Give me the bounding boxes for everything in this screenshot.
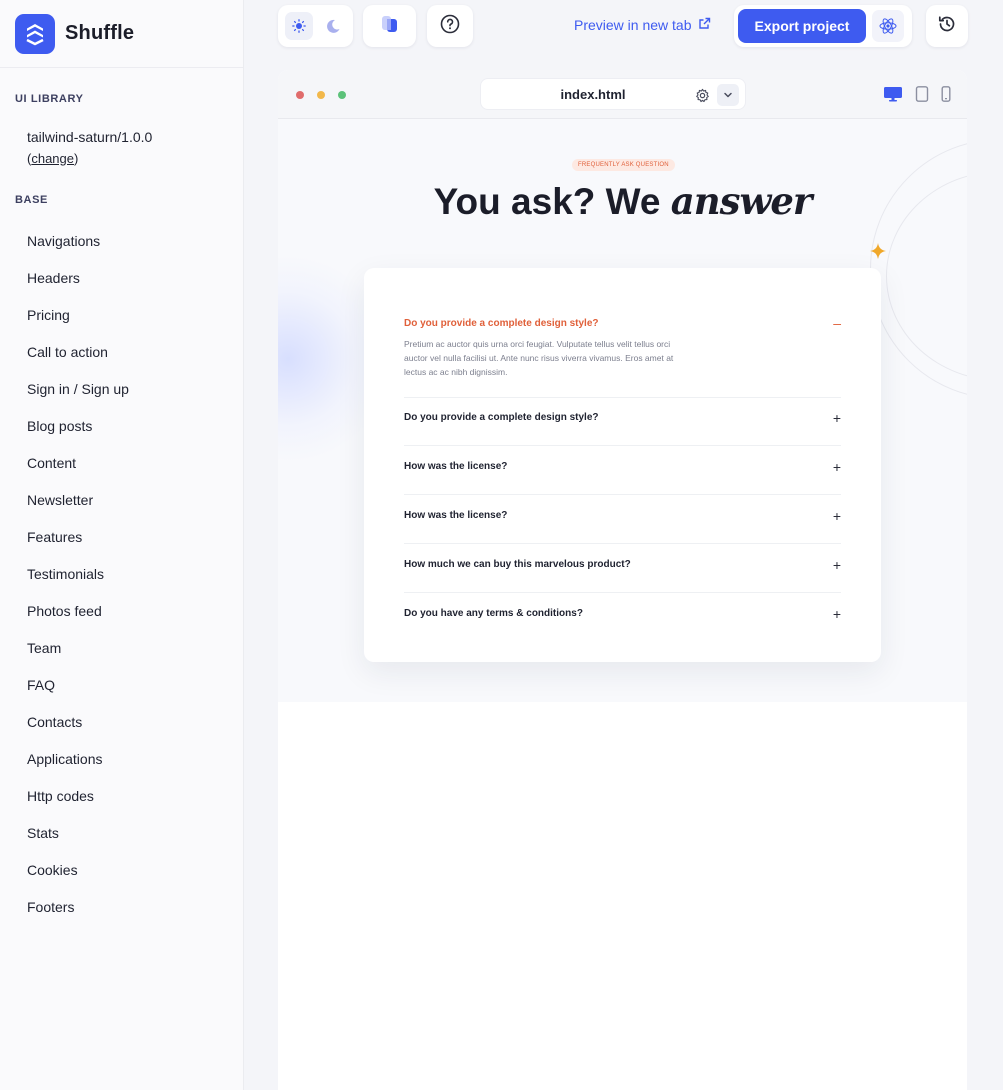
sidebar-item-faq[interactable]: FAQ	[0, 666, 243, 703]
export-group: Export project	[734, 5, 912, 47]
mobile-icon[interactable]	[941, 86, 951, 107]
window-dot	[296, 91, 304, 99]
sidebar-item-photos-feed[interactable]: Photos feed	[0, 592, 243, 629]
faq-question: How much we can buy this marvelous produ…	[404, 559, 631, 570]
external-link-icon	[698, 17, 711, 33]
chevron-down-icon[interactable]	[717, 84, 739, 106]
preview-window-bar: index.html	[278, 70, 967, 119]
device-switcher	[883, 86, 951, 107]
faq-headline: You ask? We answer	[278, 179, 967, 223]
help-button[interactable]	[427, 5, 473, 47]
window-dot	[317, 91, 325, 99]
expand-icon[interactable]: +	[833, 460, 841, 474]
faq-question: Do you provide a complete design style?	[404, 412, 599, 423]
file-name: index.html	[560, 87, 626, 102]
gear-icon[interactable]	[691, 84, 713, 106]
layers-icon	[380, 14, 400, 39]
sidebar-item-applications[interactable]: Applications	[0, 740, 243, 777]
faq-question: How was the license?	[404, 461, 508, 472]
faq-item[interactable]: How was the license? +	[404, 495, 841, 544]
sidebar-item-contacts[interactable]: Contacts	[0, 703, 243, 740]
sidebar-item-headers[interactable]: Headers	[0, 259, 243, 296]
faq-item[interactable]: How was the license? +	[404, 446, 841, 495]
expand-icon[interactable]: +	[833, 558, 841, 572]
faq-question: How was the license?	[404, 510, 508, 521]
window-dots	[296, 91, 346, 99]
sidebar-item-pricing[interactable]: Pricing	[0, 296, 243, 333]
sidebar-item-stats[interactable]: Stats	[0, 814, 243, 851]
change-library-link[interactable]: change	[31, 151, 74, 166]
help-icon	[440, 14, 460, 39]
sidebar-item-sign-in-sign-up[interactable]: Sign in / Sign up	[0, 370, 243, 407]
collapse-icon[interactable]: –	[833, 316, 841, 330]
sidebar-item-http-codes[interactable]: Http codes	[0, 777, 243, 814]
expand-icon[interactable]: +	[833, 607, 841, 621]
tablet-icon[interactable]	[915, 86, 929, 107]
faq-item[interactable]: Do you have any terms & conditions? +	[404, 593, 841, 642]
faq-item[interactable]: Do you provide a complete design style? P…	[404, 316, 841, 398]
desktop-icon[interactable]	[883, 86, 903, 107]
window-dot	[338, 91, 346, 99]
sidebar-item-content[interactable]: Content	[0, 444, 243, 481]
theme-toggle-group	[278, 5, 353, 47]
sidebar-item-cookies[interactable]: Cookies	[0, 851, 243, 888]
expand-icon[interactable]: +	[833, 509, 841, 523]
faq-question: Do you provide a complete design style?	[404, 318, 599, 329]
base-heading: BASE	[15, 194, 48, 206]
brand[interactable]: Shuffle	[0, 0, 243, 68]
layers-button[interactable]	[363, 5, 416, 47]
file-selector[interactable]: index.html	[480, 78, 746, 110]
react-icon[interactable]	[872, 10, 904, 42]
preview-new-tab-link[interactable]: Preview in new tab	[574, 17, 711, 33]
sparkle-icon	[870, 243, 886, 264]
shuffle-logo-icon	[15, 13, 55, 54]
sidebar-item-navigations[interactable]: Navigations	[0, 222, 243, 259]
faq-answer: Pretium ac auctor quis urna orci feugiat…	[404, 339, 674, 377]
preview-frame: index.html FREQUENTLY ASK QUESTION You a…	[278, 70, 967, 1090]
faq-item[interactable]: How much we can buy this marvelous produ…	[404, 544, 841, 593]
history-icon	[937, 14, 957, 39]
sidebar-item-testimonials[interactable]: Testimonials	[0, 555, 243, 592]
ui-library-heading: UI LIBRARY	[15, 93, 84, 105]
sidebar-nav: Navigations Headers Pricing Call to action S…	[0, 222, 243, 925]
sidebar-item-call-to-action[interactable]: Call to action	[0, 333, 243, 370]
library-change: (change)	[27, 151, 78, 166]
sidebar-item-newsletter[interactable]: Newsletter	[0, 481, 243, 518]
brand-name: Shuffle	[65, 22, 135, 44]
change-suffix: )	[74, 151, 79, 166]
sidebar-item-footers[interactable]: Footers	[0, 888, 243, 925]
preview-label: Preview in new tab	[574, 17, 692, 33]
headline-italic: answer	[670, 179, 813, 223]
expand-icon[interactable]: +	[833, 411, 841, 425]
preview-content: FREQUENTLY ASK QUESTION You ask? We answ…	[278, 119, 967, 702]
faq-badge: FREQUENTLY ASK QUESTION	[572, 159, 675, 171]
library-name: tailwind-saturn/1.0.0	[27, 129, 153, 145]
faq-item[interactable]: Do you provide a complete design style? +	[404, 397, 841, 446]
history-button[interactable]	[926, 5, 968, 47]
sidebar: Shuffle UI LIBRARY tailwind-saturn/1.0.0…	[0, 0, 244, 1090]
sidebar-item-team[interactable]: Team	[0, 629, 243, 666]
faq-card: Do you provide a complete design style? P…	[364, 268, 881, 662]
headline-plain: You ask? We	[433, 181, 661, 222]
faq-question: Do you have any terms & conditions?	[404, 608, 583, 619]
moon-icon[interactable]	[319, 12, 347, 40]
sidebar-item-features[interactable]: Features	[0, 518, 243, 555]
sidebar-item-blog-posts[interactable]: Blog posts	[0, 407, 243, 444]
sun-icon[interactable]	[284, 12, 313, 40]
export-project-button[interactable]: Export project	[738, 9, 866, 43]
